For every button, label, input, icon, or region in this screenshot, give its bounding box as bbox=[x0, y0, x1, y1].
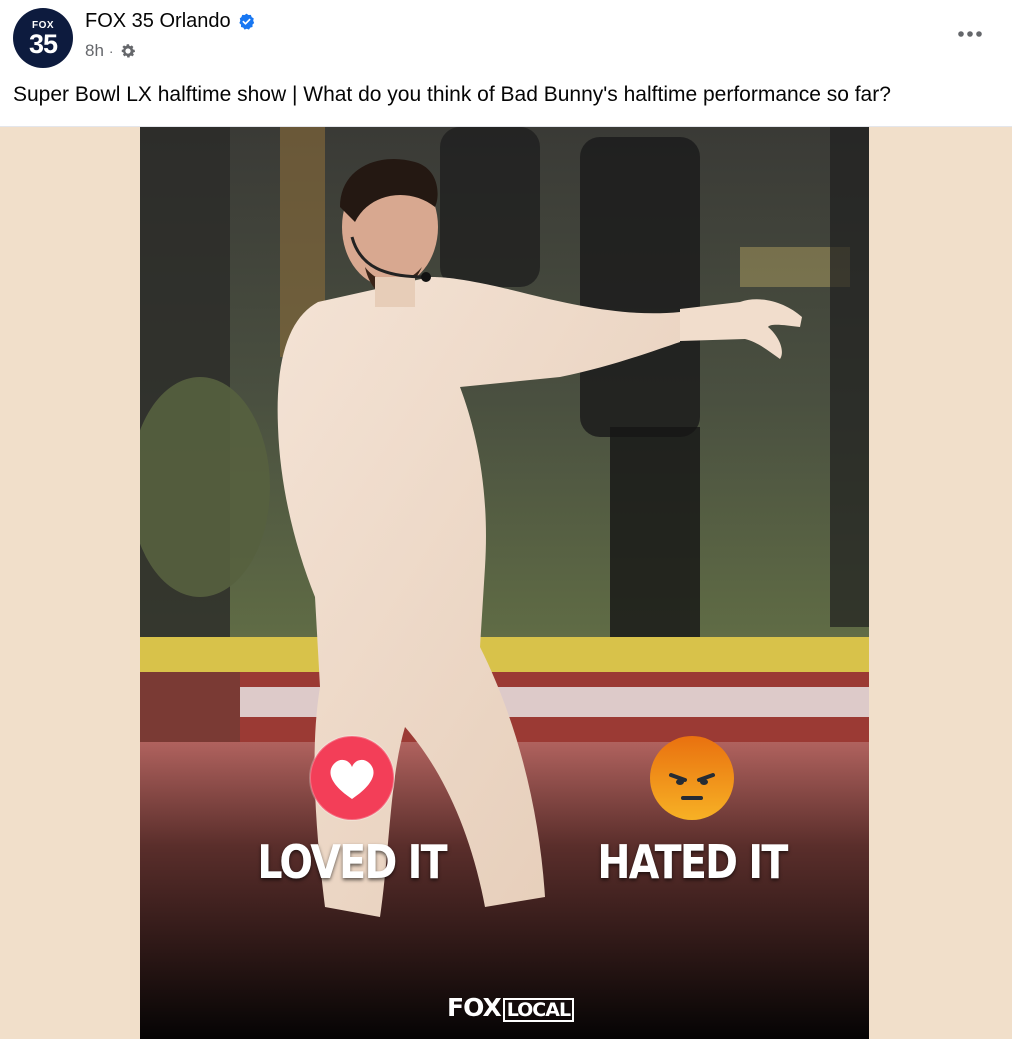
poll-option-hated[interactable]: HATED IT bbox=[582, 735, 802, 889]
performer-photo-illustration bbox=[140, 127, 869, 1039]
verified-badge-icon bbox=[238, 13, 254, 30]
post-photo[interactable]: LOVED IT HATED IT FOX LOCAL bbox=[140, 127, 869, 1039]
poll-option-loved-label: LOVED IT bbox=[257, 835, 447, 889]
avatar-logo-number: 35 bbox=[28, 29, 58, 59]
page-avatar[interactable]: FOX 35 bbox=[13, 8, 73, 68]
fox-local-logo: FOX LOCAL bbox=[447, 993, 575, 1022]
more-options-button[interactable] bbox=[954, 22, 986, 46]
post-header: FOX 35 FOX 35 Orlando 8h · bbox=[0, 0, 1012, 76]
more-options-icon bbox=[958, 31, 982, 37]
page-name-link[interactable]: FOX 35 Orlando bbox=[85, 10, 255, 33]
fox-local-logo-fox: FOX bbox=[447, 993, 502, 1022]
post-meta: 8h · bbox=[85, 41, 137, 61]
poll-option-loved[interactable]: LOVED IT bbox=[242, 735, 461, 889]
angry-reaction-icon bbox=[650, 736, 735, 820]
love-reaction-icon bbox=[308, 735, 395, 821]
meta-separator: · bbox=[108, 43, 114, 59]
fox-local-logo-local: LOCAL bbox=[502, 998, 575, 1022]
post-media[interactable]: LOVED IT HATED IT FOX LOCAL bbox=[0, 126, 1012, 1039]
gear-icon[interactable] bbox=[119, 42, 137, 60]
page-name: FOX 35 Orlando bbox=[85, 10, 231, 32]
poll-option-hated-label: HATED IT bbox=[597, 835, 788, 889]
post-caption: Super Bowl LX halftime show | What do yo… bbox=[13, 83, 891, 106]
post-timestamp[interactable]: 8h bbox=[85, 41, 104, 61]
